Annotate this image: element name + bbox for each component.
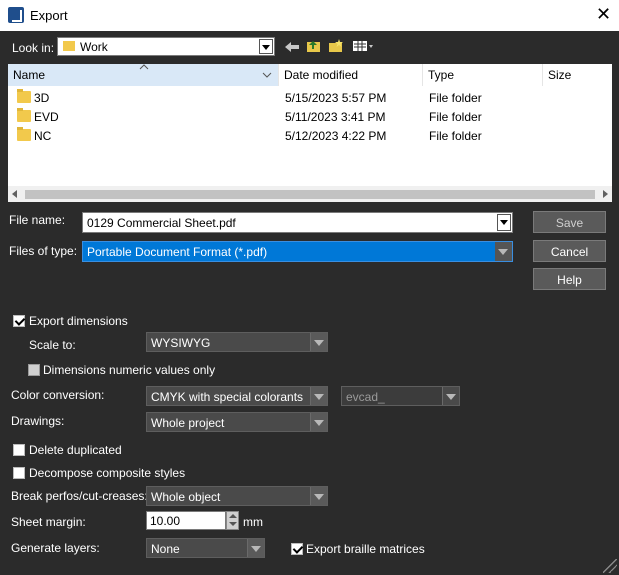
- scale-to-value: WYSIWYG: [151, 336, 211, 350]
- file-name-label: File name:: [9, 213, 66, 227]
- dimensions-numeric-checkbox[interactable]: [28, 364, 40, 376]
- file-name: EVD: [34, 110, 59, 124]
- cancel-button[interactable]: Cancel: [533, 240, 606, 262]
- column-header-size[interactable]: Size: [543, 64, 612, 86]
- title-bar: Export ✕: [0, 0, 619, 31]
- help-button[interactable]: Help: [533, 268, 606, 290]
- drawings-value: Whole project: [151, 416, 225, 430]
- sort-ascending-icon: [139, 64, 149, 70]
- generate-layers-label: Generate layers:: [11, 541, 100, 555]
- file-name: NC: [34, 129, 52, 143]
- export-dimensions-label: Export dimensions: [29, 314, 128, 328]
- decompose-checkbox[interactable]: [13, 467, 25, 479]
- scroll-left-icon[interactable]: [12, 190, 17, 198]
- scale-to-label: Scale to:: [29, 338, 76, 352]
- chevron-down-icon[interactable]: [262, 72, 272, 78]
- break-perfos-select[interactable]: Whole object: [146, 486, 328, 506]
- generate-layers-value: None: [151, 542, 180, 556]
- scrollbar-thumb[interactable]: [25, 190, 595, 199]
- generate-layers-select[interactable]: None: [146, 538, 265, 558]
- files-of-type-label: Files of type:: [9, 244, 78, 258]
- folder-icon: [17, 108, 31, 122]
- file-date: 5/12/2023 4:22 PM: [285, 129, 387, 143]
- color-conversion-value: CMYK with special colorants: [151, 390, 304, 404]
- window-title: Export: [30, 8, 68, 23]
- dimensions-numeric-label: Dimensions numeric values only: [43, 363, 216, 377]
- up-folder-icon[interactable]: [306, 39, 322, 53]
- file-type: File folder: [429, 110, 482, 124]
- delete-duplicated-label: Delete duplicated: [29, 443, 122, 457]
- drawings-select[interactable]: Whole project: [146, 412, 328, 432]
- chevron-down-icon[interactable]: [442, 387, 459, 405]
- folder-icon: [63, 41, 75, 51]
- chevron-down-icon[interactable]: [310, 487, 327, 505]
- export-dimensions-checkbox[interactable]: [13, 315, 25, 327]
- column-header-type[interactable]: Type: [423, 64, 543, 86]
- chevron-down-icon[interactable]: [259, 39, 273, 54]
- file-list[interactable]: Name Date modified Type Size 3D 5/15/202…: [8, 64, 612, 202]
- save-button[interactable]: Save: [533, 211, 606, 233]
- folder-icon: [17, 127, 31, 141]
- look-in-label: Look in:: [12, 41, 55, 55]
- color-profile-select[interactable]: evcad_: [341, 386, 460, 406]
- drawings-label: Drawings:: [11, 414, 65, 428]
- file-name-value: 0129 Commercial Sheet.pdf: [87, 216, 236, 230]
- app-icon: [8, 7, 24, 23]
- close-icon[interactable]: ✕: [596, 4, 611, 25]
- view-menu-icon[interactable]: [352, 40, 374, 52]
- chevron-down-icon[interactable]: [495, 242, 512, 261]
- column-header-name[interactable]: Name: [8, 64, 279, 86]
- color-conversion-label: Color conversion:: [11, 388, 105, 402]
- new-folder-icon[interactable]: [328, 39, 344, 53]
- break-perfos-label: Break perfos/cut-creases:: [11, 489, 148, 503]
- chevron-down-icon[interactable]: [310, 413, 327, 431]
- file-name: 3D: [34, 91, 50, 105]
- list-item[interactable]: 3D 5/15/2023 5:57 PM File folder: [8, 88, 598, 107]
- color-conversion-select[interactable]: CMYK with special colorants: [146, 386, 328, 406]
- folder-icon: [17, 89, 31, 103]
- horizontal-scrollbar[interactable]: [8, 186, 612, 202]
- chevron-down-icon[interactable]: [247, 539, 264, 557]
- chevron-down-icon[interactable]: [497, 214, 511, 231]
- file-type: File folder: [429, 129, 482, 143]
- sheet-margin-value: 10.00: [150, 514, 181, 528]
- file-type: File folder: [429, 91, 482, 105]
- column-header-date[interactable]: Date modified: [279, 64, 423, 86]
- file-date: 5/11/2023 3:41 PM: [285, 110, 386, 124]
- file-name-input[interactable]: 0129 Commercial Sheet.pdf: [82, 212, 513, 233]
- look-in-combo[interactable]: Work: [57, 37, 275, 56]
- sheet-margin-spinner[interactable]: [226, 511, 239, 530]
- list-item[interactable]: NC 5/12/2023 4:22 PM File folder: [8, 126, 598, 145]
- files-of-type-value: Portable Document Format (*.pdf): [87, 245, 268, 259]
- decompose-label: Decompose composite styles: [29, 466, 186, 480]
- sheet-margin-label: Sheet margin:: [11, 515, 86, 529]
- export-braille-label: Export braille matrices: [306, 542, 425, 556]
- chevron-down-icon[interactable]: [310, 387, 327, 405]
- look-in-value: Work: [80, 40, 108, 54]
- scroll-right-icon[interactable]: [603, 190, 608, 198]
- scale-to-select[interactable]: WYSIWYG: [146, 332, 328, 352]
- back-icon[interactable]: [284, 40, 300, 54]
- sheet-margin-unit: mm: [243, 515, 263, 529]
- color-profile-value: evcad_: [346, 390, 385, 404]
- file-date: 5/15/2023 5:57 PM: [285, 91, 387, 105]
- list-item[interactable]: EVD 5/11/2023 3:41 PM File folder: [8, 107, 598, 126]
- resize-grip-icon[interactable]: [603, 559, 617, 573]
- chevron-down-icon[interactable]: [310, 333, 327, 351]
- delete-duplicated-checkbox[interactable]: [13, 444, 25, 456]
- files-of-type-select[interactable]: Portable Document Format (*.pdf): [82, 241, 513, 262]
- sheet-margin-input[interactable]: 10.00: [146, 511, 226, 530]
- export-braille-checkbox[interactable]: [291, 543, 303, 555]
- break-perfos-value: Whole object: [151, 490, 221, 504]
